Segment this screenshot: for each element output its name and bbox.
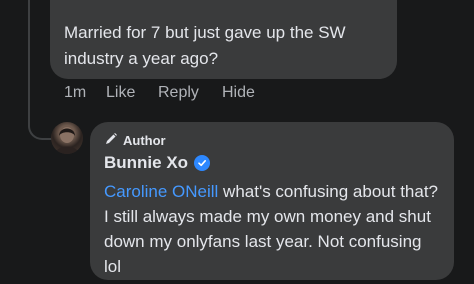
author-name[interactable]: Bunnie Xo bbox=[104, 153, 188, 173]
avatar-image bbox=[55, 127, 79, 154]
mention-link[interactable]: Caroline ONeill bbox=[104, 182, 218, 201]
comment-timestamp[interactable]: 1m bbox=[64, 84, 106, 102]
like-button[interactable]: Like bbox=[106, 84, 158, 102]
reply-comment-bubble: Author Bunnie Xo Caroline ONeill what's … bbox=[90, 122, 454, 280]
comment-actions: 1m Like Reply Hide bbox=[64, 84, 255, 102]
avatar[interactable] bbox=[51, 122, 83, 154]
author-badge: Author bbox=[104, 130, 442, 150]
parent-comment-bubble: Married for 7 but just gave up the SW in… bbox=[50, 0, 397, 79]
thread-connector bbox=[28, 112, 52, 140]
reply-comment-text: Caroline ONeill what's confusing about t… bbox=[104, 179, 442, 279]
parent-comment-text: Married for 7 but just gave up the SW in… bbox=[64, 23, 346, 68]
pencil-icon bbox=[104, 132, 118, 149]
verified-badge-icon bbox=[194, 155, 211, 171]
thread-line bbox=[28, 0, 30, 125]
hide-button[interactable]: Hide bbox=[222, 84, 255, 102]
author-badge-label: Author bbox=[123, 132, 166, 148]
reply-button[interactable]: Reply bbox=[158, 84, 222, 102]
